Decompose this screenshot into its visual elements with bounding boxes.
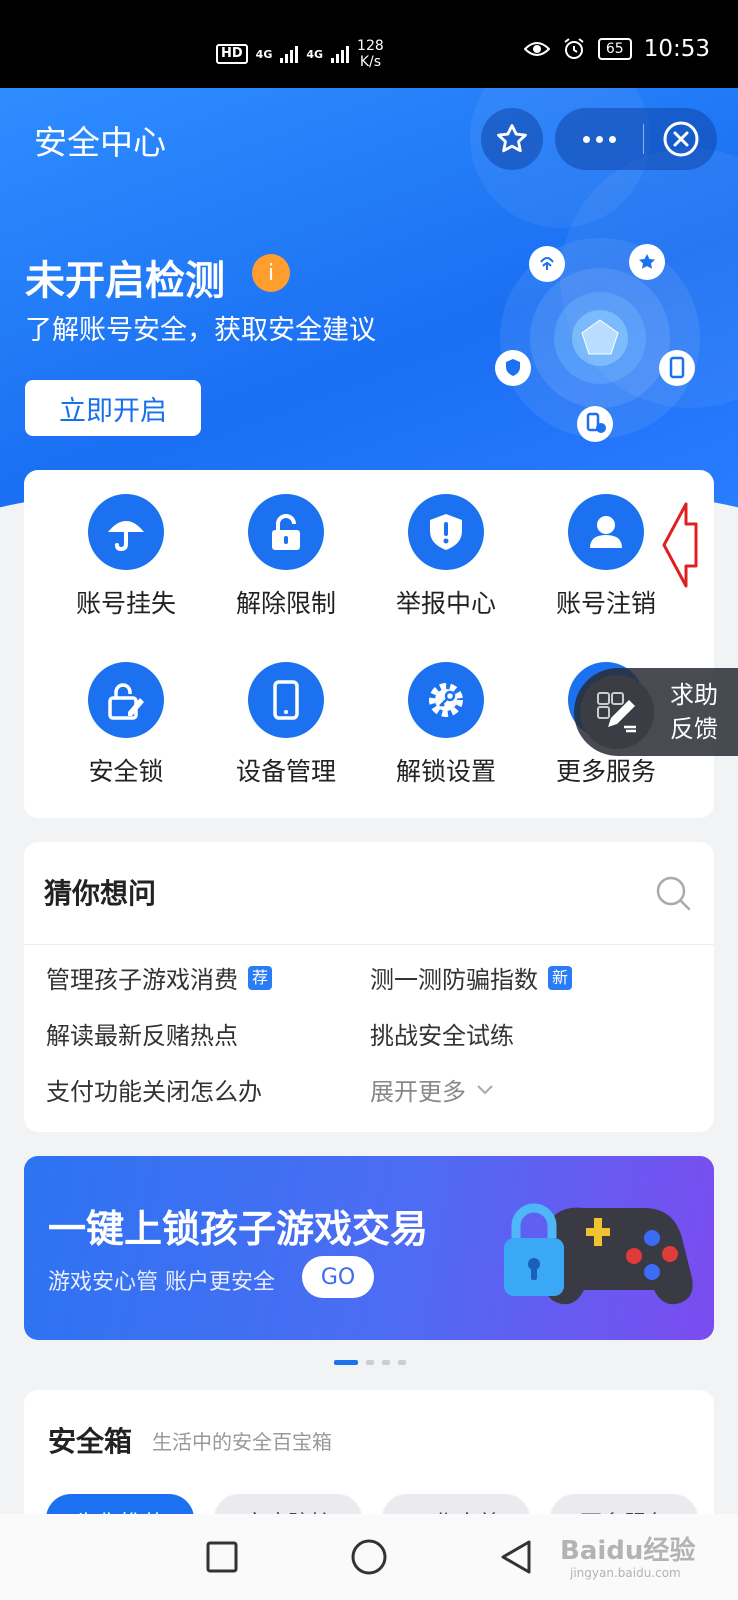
service-label: 解锁设置	[395, 757, 496, 786]
home-icon[interactable]	[350, 1538, 388, 1576]
close-circle-icon	[663, 121, 698, 157]
back-icon[interactable]	[499, 1538, 533, 1576]
faq-item[interactable]: 支付功能关闭怎么办	[46, 1072, 262, 1107]
faq-item[interactable]: 解读最新反赌热点	[46, 1016, 238, 1051]
chevron-down-icon	[477, 1084, 493, 1094]
recent-apps-icon[interactable]	[205, 1540, 239, 1574]
service-report-center[interactable]: 举报中心	[366, 494, 526, 620]
safebox-desc: 生活中的安全百宝箱	[152, 1430, 332, 1454]
more-dot-icon	[595, 135, 603, 143]
promo-banner[interactable]: 一键上锁孩子游戏交易 游戏安心管 账户更安全 GO	[24, 1156, 714, 1340]
mini-program-capsule	[555, 108, 717, 170]
info-icon[interactable]: i	[252, 254, 290, 292]
shield-alert-icon	[408, 494, 484, 570]
banner-subtitle: 游戏安心管 账户更安全	[48, 1270, 275, 1295]
service-unlock-settings[interactable]: 解锁设置	[366, 662, 526, 788]
expand-more-label: 展开更多	[370, 1078, 466, 1106]
service-device-management[interactable]: 设备管理	[206, 662, 366, 788]
carousel-dot	[382, 1360, 390, 1365]
umbrella-icon	[88, 494, 164, 570]
faq-item-text: 支付功能关闭怎么办	[46, 1078, 262, 1106]
service-label: 账号挂失	[75, 589, 176, 618]
faq-item-text: 挑战安全试练	[370, 1022, 514, 1050]
signal-icon	[280, 45, 299, 63]
help-label-line1: 求助	[670, 681, 718, 709]
faq-item-text: 解读最新反赌热点	[46, 1022, 238, 1050]
faq-item-text: 测一测防骗指数	[370, 966, 538, 994]
detection-subtitle: 了解账号安全，获取安全建议	[25, 315, 376, 346]
net-speed: 128 K/s	[357, 38, 384, 70]
help-feedback-button[interactable]: 求助 反馈	[574, 668, 738, 756]
network-type-2: 4G	[306, 47, 324, 61]
faq-title: 猜你想问	[44, 877, 157, 910]
battery-indicator: 65	[597, 38, 632, 60]
unlock-icon	[248, 494, 324, 570]
net-speed-value: 128	[357, 38, 384, 54]
faq-card: 猜你想问 管理孩子游戏消费 荐 测一测防骗指数 新 解读最新反赌热点 挑战安全试…	[24, 842, 714, 1132]
close-button[interactable]	[644, 108, 717, 170]
expand-more-button[interactable]: 展开更多	[370, 1072, 494, 1107]
new-badge: 新	[548, 965, 573, 990]
service-label: 更多服务	[555, 757, 656, 786]
status-left: HD 4G 4G 128 K/s	[216, 38, 384, 70]
service-label: 解除限制	[235, 589, 336, 618]
safebox-card: 安全箱 生活中的安全百宝箱 为你推荐 家庭防护 工作出差 更多服务	[24, 1390, 714, 1544]
service-security-lock[interactable]: 安全锁	[46, 662, 206, 788]
status-bar: HD 4G 4G 128 K/s 65 10:53	[0, 0, 738, 88]
faq-item[interactable]: 测一测防骗指数 新	[370, 960, 573, 995]
safebox-title: 安全箱	[48, 1425, 133, 1458]
eye-icon	[523, 42, 550, 56]
hd-indicator: HD	[216, 44, 248, 64]
user-icon	[568, 494, 644, 570]
carousel-indicator	[334, 1360, 406, 1365]
services-card: 账号挂失 解除限制 举报中心 账号注销 安全锁 设备管理 解锁设置 更多服务	[24, 470, 714, 818]
favorite-button[interactable]	[481, 108, 543, 170]
alarm-icon	[564, 38, 584, 59]
banner-go-button[interactable]: GO	[302, 1256, 374, 1298]
service-remove-restriction[interactable]: 解除限制	[206, 494, 366, 620]
watermark-brand: Baidu经验	[560, 1536, 696, 1566]
detection-status-title: 未开启检测	[25, 258, 225, 304]
service-label: 安全锁	[88, 757, 164, 786]
carousel-dot-active	[334, 1360, 358, 1365]
signal-icon-2	[331, 45, 350, 63]
watermark-site: jingyan.baidu.com	[570, 1566, 681, 1580]
recommend-badge: 荐	[248, 965, 273, 990]
faq-item-text: 管理孩子游戏消费	[46, 966, 238, 994]
search-icon[interactable]	[654, 874, 692, 912]
lock-edit-icon	[88, 662, 164, 738]
net-speed-unit: K/s	[359, 54, 382, 70]
gear-key-icon	[408, 662, 484, 738]
star-icon	[497, 124, 527, 153]
more-dot-icon	[608, 135, 616, 143]
faq-item[interactable]: 管理孩子游戏消费 荐	[46, 960, 273, 995]
network-type-1: 4G	[255, 47, 273, 61]
help-label-line2: 反馈	[670, 715, 718, 743]
page-title: 安全中心	[34, 123, 166, 162]
carousel-dot	[366, 1360, 374, 1365]
more-dot-icon	[582, 135, 590, 143]
phone-icon	[248, 662, 324, 738]
edit-feedback-icon	[580, 675, 654, 749]
more-button[interactable]	[555, 108, 643, 170]
service-account-loss[interactable]: 账号挂失	[46, 494, 206, 620]
security-radar-illustration	[495, 238, 700, 442]
divider	[24, 944, 714, 945]
carousel-dot	[398, 1360, 406, 1365]
service-label: 举报中心	[395, 589, 496, 618]
faq-item[interactable]: 挑战安全试练	[370, 1016, 514, 1051]
gamepad-lock-illustration	[504, 1203, 693, 1305]
banner-title: 一键上锁孩子游戏交易	[48, 1207, 429, 1251]
status-right: 65 10:53	[523, 36, 710, 62]
enable-detection-button[interactable]: 立即开启	[25, 380, 201, 436]
annotation-arrow-icon	[662, 502, 698, 588]
clock: 10:53	[643, 36, 710, 62]
service-label: 设备管理	[235, 757, 336, 786]
header-hero: 安全中心 未开启检测 i 了解账号安全，获取安全建议 立即开启	[0, 88, 738, 508]
help-feedback-label: 求助 反馈	[670, 678, 724, 746]
